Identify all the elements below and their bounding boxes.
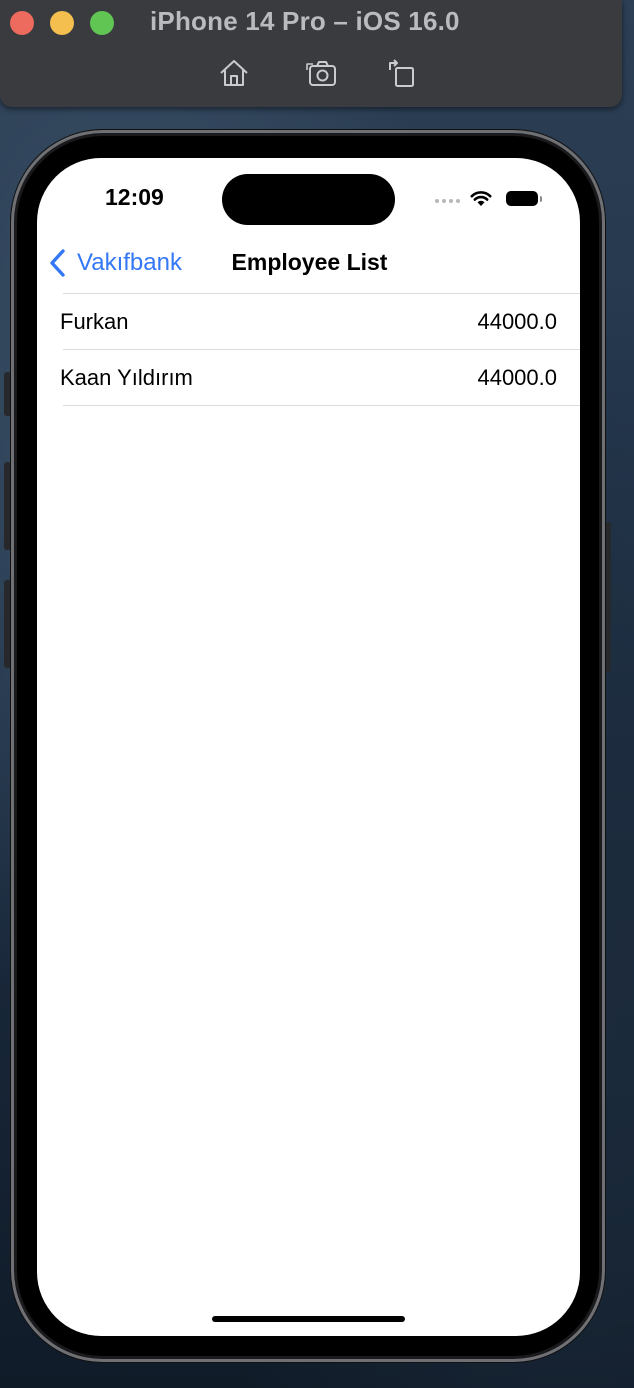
device-button-silent	[4, 372, 11, 416]
app-screen: 12:09 Vakıfbank Employee List Furkan 440…	[37, 158, 580, 1336]
minimize-window-button[interactable]	[50, 11, 74, 35]
close-window-button[interactable]	[10, 11, 34, 35]
device-button-volume-down	[4, 580, 11, 668]
dynamic-island	[222, 174, 395, 225]
signal-dots-icon	[435, 199, 460, 203]
table-row[interactable]: Kaan Yıldırım 44000.0	[37, 350, 580, 405]
employee-name: Furkan	[60, 308, 129, 334]
simulator-titlebar: iPhone 14 Pro – iOS 16.0	[0, 0, 622, 107]
row-divider	[63, 405, 580, 406]
status-time: 12:09	[105, 184, 164, 210]
wifi-icon	[470, 191, 492, 206]
home-icon[interactable]	[217, 56, 251, 90]
employee-table: Furkan 44000.0 Kaan Yıldırım 44000.0	[37, 293, 580, 406]
device-button-volume-up	[4, 462, 11, 550]
employee-salary: 44000.0	[477, 364, 557, 390]
device-button-power	[604, 522, 611, 672]
status-icons	[435, 188, 542, 208]
battery-icon	[506, 190, 542, 206]
screenshot-icon[interactable]	[305, 56, 339, 90]
zoom-window-button[interactable]	[90, 11, 114, 35]
window-title: iPhone 14 Pro – iOS 16.0	[150, 6, 460, 36]
page-title: Employee List	[231, 249, 388, 275]
rotate-icon[interactable]	[384, 56, 418, 90]
home-indicator[interactable]	[212, 1316, 405, 1322]
employee-name: Kaan Yıldırım	[60, 364, 193, 390]
table-row[interactable]: Furkan 44000.0	[37, 294, 580, 349]
employee-salary: 44000.0	[477, 308, 557, 334]
